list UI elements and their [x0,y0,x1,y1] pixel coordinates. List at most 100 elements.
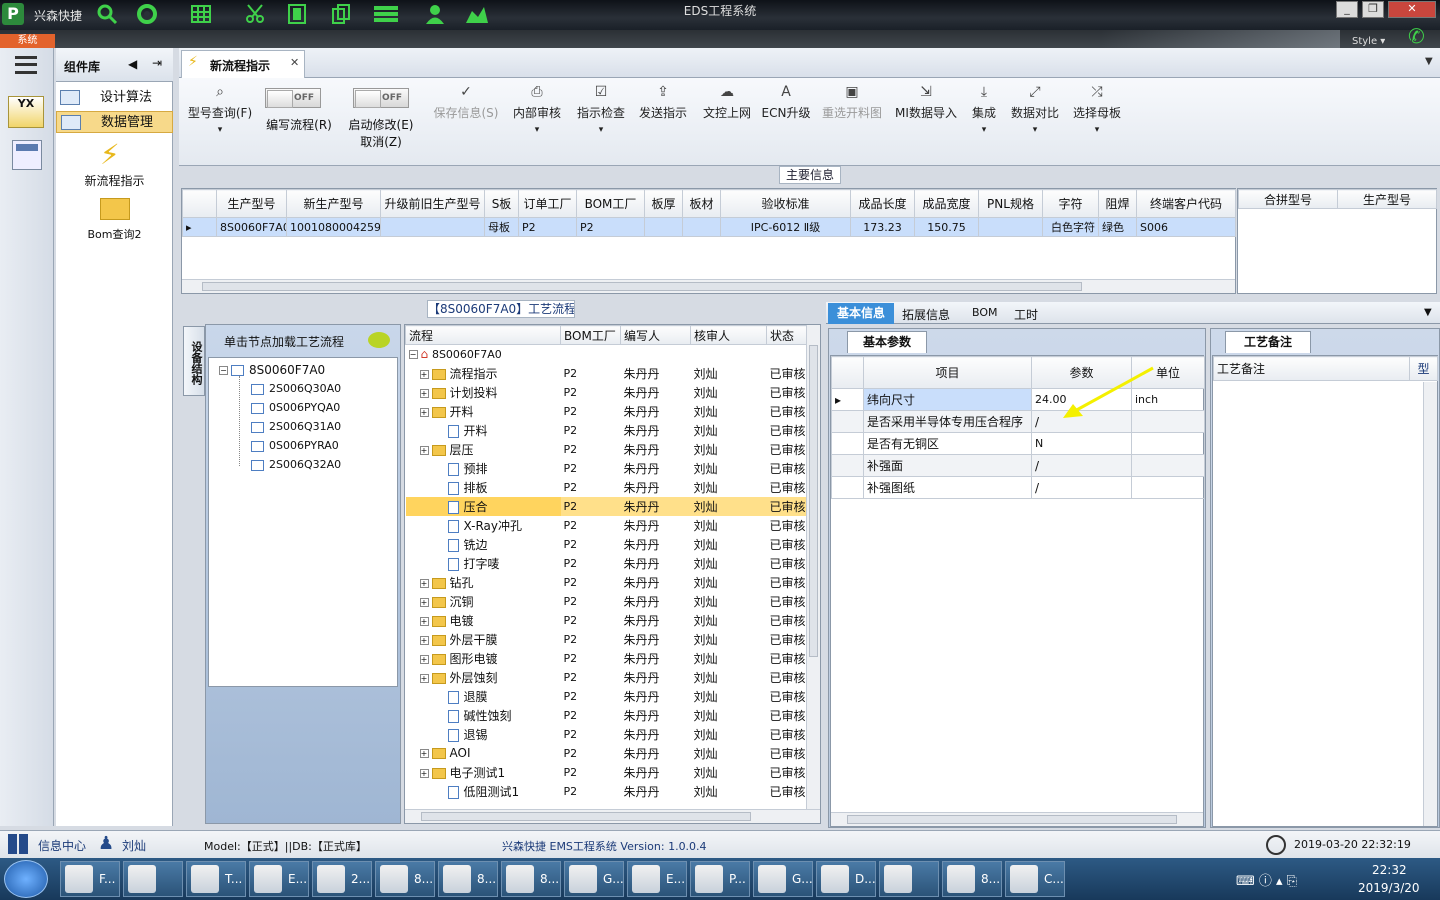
grid-icon[interactable] [190,3,212,25]
calculator-icon[interactable] [12,140,42,170]
instruction-check-button[interactable]: ☑ 指示检查 ▾ [573,84,629,156]
column-header[interactable]: 编写人 [620,325,691,345]
flow-row[interactable]: + 电镀 P2 朱丹丹 刘灿 已审核 [406,611,809,630]
flow-row[interactable]: 开料 P2 朱丹丹 刘灿 已审核 [406,421,809,440]
phone-icon[interactable]: ✆ [1408,24,1425,48]
column-header[interactable]: 新生产型号 [286,189,381,218]
taskbar-item[interactable]: 8... [375,861,435,897]
column-header[interactable]: 成品宽度 [914,189,979,218]
save-info-button[interactable]: ✓ 保存信息(S) [429,84,503,156]
taskbar-item[interactable]: 8... [438,861,498,897]
table-row[interactable]: 补强图纸 / [831,476,1205,499]
taskbar-item[interactable] [879,861,939,897]
mi-data-import-button[interactable]: ⇲ MI数据导入 [893,84,959,156]
tree-node[interactable]: 0S006PYQA0 [251,401,340,414]
horizontal-scrollbar[interactable] [182,279,1235,293]
column-header[interactable]: 型 [1409,356,1438,381]
taskbar-item[interactable]: G... [753,861,813,897]
windows-grid-icon[interactable] [8,834,28,854]
table-row[interactable]: ▸ 8S0060F7A0 10010800042590 母板 P2 P2 IPC… [182,217,1236,237]
send-instruction-button[interactable]: ⇪ 发送指示 [635,84,691,156]
horizontal-scrollbar[interactable] [405,809,820,823]
tab-bom[interactable]: BOM [972,306,998,319]
copy-icon[interactable] [330,3,352,25]
column-header[interactable]: 流程 [405,325,561,345]
tree-node[interactable]: 2S006Q31A0 [251,420,341,433]
tree-node[interactable]: 0S006PYRA0 [251,439,339,452]
taskbar-item[interactable]: D... [816,861,876,897]
column-header[interactable]: 成品长度 [850,189,915,218]
flow-row[interactable]: 退膜 P2 朱丹丹 刘灿 已审核 [406,687,809,706]
tree-root[interactable]: − ⌂ 8S0060F7A0 [406,345,809,364]
table-row[interactable]: 补强面 / [831,454,1205,477]
flow-row[interactable]: 排板 P2 朱丹丹 刘灿 已审核 [406,478,809,497]
flow-row[interactable]: 碱性蚀刻 P2 朱丹丹 刘灿 已审核 [406,706,809,725]
column-header[interactable]: 核审人 [690,325,767,345]
hamburger-icon[interactable] [15,56,37,74]
write-flow-toggle[interactable]: OFF 编写流程(R) [263,84,335,154]
user-icon[interactable] [424,3,446,25]
column-header[interactable]: S板 [484,189,519,218]
info-center-link[interactable]: 信息中心 [38,837,86,854]
equipment-structure-tab[interactable]: 设备结构 [183,326,205,396]
reselect-cut-drawing-button[interactable]: ▣ 重选开料图 [819,84,885,156]
column-header[interactable]: 订单工厂 [518,189,577,218]
column-header[interactable]: 板厚 [644,189,683,218]
list-icon[interactable] [372,3,398,25]
restore-button[interactable]: ❐ [1362,1,1384,18]
flow-row[interactable]: 铣边 P2 朱丹丹 刘灿 已审核 [406,535,809,554]
column-header[interactable]: 板材 [682,189,721,218]
open-folder-icon[interactable] [100,198,130,220]
chart-icon[interactable] [464,3,488,25]
column-header[interactable]: 字符 [1042,189,1099,218]
taskbar-item[interactable]: 8... [942,861,1002,897]
flow-row[interactable]: + AOI P2 朱丹丹 刘灿 已审核 [406,744,809,763]
close-button[interactable]: ✕ [1388,1,1436,18]
tabs-dropdown-icon[interactable]: ▼ [1424,307,1432,318]
flow-row[interactable]: 预排 P2 朱丹丹 刘灿 已审核 [406,459,809,478]
flow-row[interactable]: + 图形电镀 P2 朱丹丹 刘灿 已审核 [406,649,809,668]
scissors-icon[interactable] [244,3,266,25]
flow-row[interactable]: + 流程指示 P2 朱丹丹 刘灿 已审核 [406,364,809,383]
flow-row[interactable]: + 钻孔 P2 朱丹丹 刘灿 已审核 [406,573,809,592]
tree-root[interactable]: −8S0060F7A0 [219,363,325,377]
search-icon[interactable] [96,3,118,25]
taskbar-item[interactable]: G... [564,861,624,897]
column-header[interactable]: 状态 [766,325,809,345]
model-query-button[interactable]: ⌕ 型号查询(F) ▾ [183,84,257,156]
flow-row[interactable]: + 层压 P2 朱丹丹 刘灿 已审核 [406,440,809,459]
tree-node[interactable]: 2S006Q30A0 [251,382,341,395]
taskbar-item[interactable]: P... [690,861,750,897]
collapse-icon[interactable]: ◀ [128,57,137,71]
column-header[interactable]: 生产型号 [1337,189,1437,209]
flow-row[interactable]: 打字唛 P2 朱丹丹 刘灿 已审核 [406,554,809,573]
tab-process-remarks[interactable]: 工艺备注 [1225,331,1311,353]
vertical-scrollbar[interactable] [806,325,820,809]
doc-upload-button[interactable]: ☁ 文控上网 [697,84,757,156]
taskbar-item[interactable]: C... [1005,861,1065,897]
tabs-dropdown-icon[interactable]: ▼ [1425,56,1433,67]
flow-row[interactable]: + 沉铜 P2 朱丹丹 刘灿 已审核 [406,592,809,611]
flow-row[interactable]: + 外层干膜 P2 朱丹丹 刘灿 已审核 [406,630,809,649]
tab-basic-params[interactable]: 基本参数 [847,331,927,353]
column-header[interactable]: 升级前旧生产型号 [380,189,485,218]
flow-row[interactable]: X-Ray冲孔 P2 朱丹丹 刘灿 已审核 [406,516,809,535]
style-menu[interactable]: Style ▾ [1352,36,1385,47]
data-compare-button[interactable]: ⤢ 数据对比 ▾ [1007,84,1063,156]
column-header[interactable]: PNL规格 [978,189,1043,218]
column-header[interactable]: 终端客户代码 [1136,189,1236,218]
tab-work-hours[interactable]: 工时 [1014,306,1038,323]
start-button[interactable] [4,860,48,898]
library-item-design[interactable]: 设计算法 [56,87,173,109]
library-link-new-flow[interactable]: 新流程指示 [56,172,173,189]
column-header[interactable]: BOM工厂 [576,189,645,218]
library-link-bom[interactable]: Bom查询2 [56,226,173,242]
internal-review-button[interactable]: ⎙ 内部审核 ▾ [509,84,565,156]
library-item-data[interactable]: 数据管理 [56,111,173,133]
flow-row[interactable]: + 开料 P2 朱丹丹 刘灿 已审核 [406,402,809,421]
table-row[interactable]: 是否有无铜区 N [831,432,1205,455]
column-header[interactable]: BOM工厂 [560,325,621,345]
film-icon[interactable] [286,3,308,25]
flow-row[interactable]: + 外层蚀刻 P2 朱丹丹 刘灿 已审核 [406,668,809,687]
column-header[interactable]: 项目 [863,356,1032,389]
